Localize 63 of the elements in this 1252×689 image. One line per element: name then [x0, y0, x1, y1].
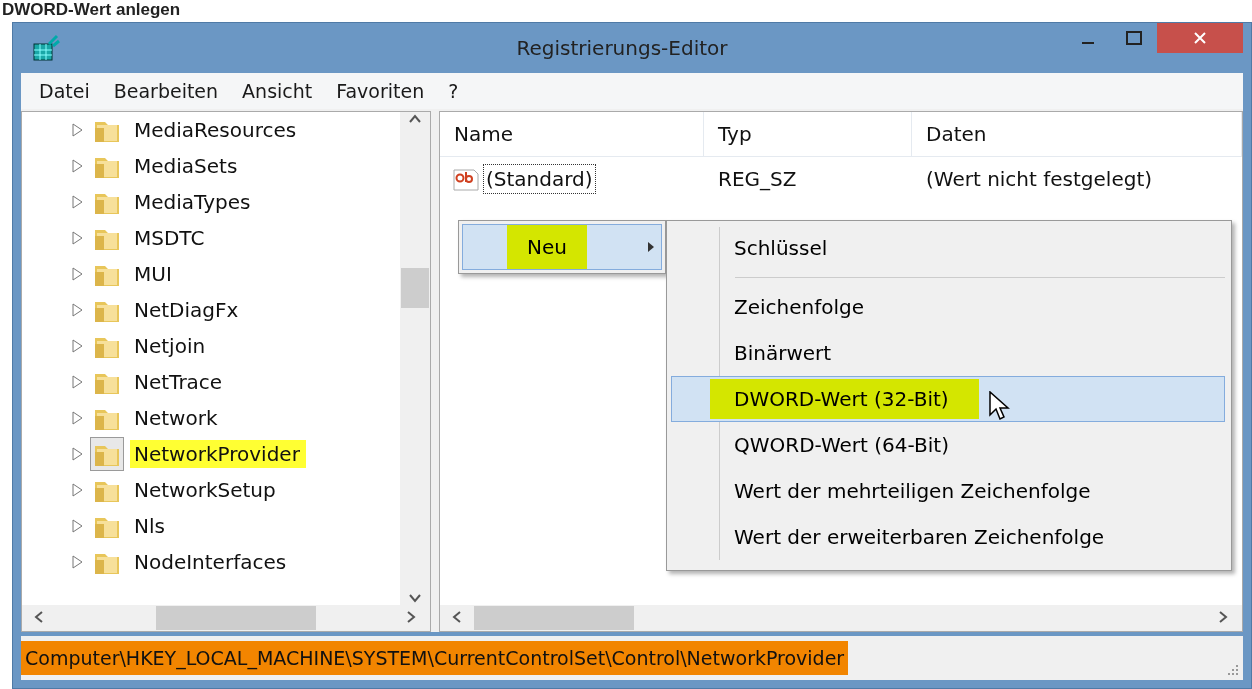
submenu-item[interactable]: DWORD-Wert (32-Bit) — [671, 376, 1225, 422]
tree-item[interactable]: Network — [130, 404, 224, 432]
menu-item[interactable]: ? — [438, 80, 473, 102]
scrollbar-thumb[interactable] — [156, 606, 316, 630]
horizontal-scrollbar[interactable] — [22, 605, 430, 631]
tree-item[interactable]: Nls — [130, 512, 171, 540]
page-caption: DWORD-Wert anlegen — [1, 0, 182, 21]
submenu-item[interactable]: Binärwert — [671, 330, 1225, 376]
tree-item[interactable]: NetworkSetup — [130, 476, 282, 504]
minimize-icon — [1082, 42, 1094, 44]
submenu-item[interactable]: Schlüssel — [671, 225, 1225, 271]
expand-arrow-icon[interactable] — [72, 339, 84, 353]
value-data: (Wert nicht festgelegt) — [925, 167, 1154, 191]
expand-arrow-icon[interactable] — [72, 195, 84, 209]
expand-arrow-icon[interactable] — [72, 519, 84, 533]
value-name[interactable]: (Standard) — [484, 165, 595, 193]
submenu-item[interactable]: Wert der erweiterbaren Zeichenfolge — [671, 514, 1225, 560]
expand-arrow-icon[interactable] — [72, 375, 84, 389]
window-title: Registrierungs-Editor — [515, 36, 729, 60]
close-button[interactable] — [1157, 23, 1243, 53]
value-type: REG_SZ — [717, 167, 798, 191]
resize-grip-icon[interactable] — [1225, 662, 1239, 676]
tree-item[interactable]: NetworkProvider — [130, 440, 306, 468]
context-menu-item[interactable]: Neu — [462, 224, 662, 270]
tree-item[interactable]: NodeInterfaces — [130, 548, 293, 576]
string-value-icon — [452, 166, 480, 192]
tree-item[interactable]: MediaSets — [130, 152, 244, 180]
horizontal-scrollbar[interactable] — [440, 605, 1242, 631]
menu-item[interactable]: Datei — [29, 80, 104, 102]
scrollbar-thumb[interactable] — [474, 606, 634, 630]
tree-item[interactable]: MUI — [130, 260, 178, 288]
expand-arrow-icon[interactable] — [72, 123, 84, 137]
expand-arrow-icon[interactable] — [72, 231, 84, 245]
submenu-item[interactable]: QWORD-Wert (64-Bit) — [671, 422, 1225, 468]
column-header[interactable]: Name — [440, 112, 704, 156]
tree-item[interactable]: NetDiagFx — [130, 296, 245, 324]
menu-item[interactable]: Ansicht — [232, 80, 327, 102]
tree-item[interactable]: MediaResources — [130, 116, 303, 144]
menu-item[interactable]: Favoriten — [326, 80, 439, 102]
expand-arrow-icon[interactable] — [72, 267, 84, 281]
registry-app-icon — [31, 34, 61, 62]
vertical-scrollbar[interactable] — [400, 112, 430, 605]
mouse-cursor-icon — [988, 391, 1011, 423]
submenu-item[interactable]: Wert der mehrteiligen Zeichenfolge — [671, 468, 1225, 514]
expand-arrow-icon[interactable] — [72, 303, 84, 317]
tree-item[interactable]: NetTrace — [130, 368, 229, 396]
expand-arrow-icon[interactable] — [72, 159, 84, 173]
submenu-arrow-icon — [647, 241, 655, 253]
tree-item[interactable]: MediaTypes — [130, 188, 257, 216]
expand-arrow-icon[interactable] — [72, 555, 84, 569]
close-icon — [1193, 31, 1207, 45]
column-header[interactable]: Typ — [704, 112, 912, 156]
submenu-item[interactable]: Zeichenfolge — [671, 284, 1225, 330]
maximize-icon — [1126, 31, 1142, 45]
expand-arrow-icon[interactable] — [72, 483, 84, 497]
column-header[interactable]: Daten — [912, 112, 1242, 156]
expand-arrow-icon[interactable] — [72, 411, 84, 425]
expand-arrow-icon[interactable] — [72, 447, 84, 461]
registry-path: Computer\HKEY_LOCAL_MACHINE\SYSTEM\CurrentControlSet\Control\NetworkProvider — [21, 641, 849, 675]
tree-item[interactable]: MSDTC — [130, 224, 211, 252]
tree-item[interactable]: Netjoin — [130, 332, 212, 360]
scrollbar-thumb[interactable] — [401, 267, 429, 308]
menu-item[interactable]: Bearbeiten — [103, 80, 233, 102]
